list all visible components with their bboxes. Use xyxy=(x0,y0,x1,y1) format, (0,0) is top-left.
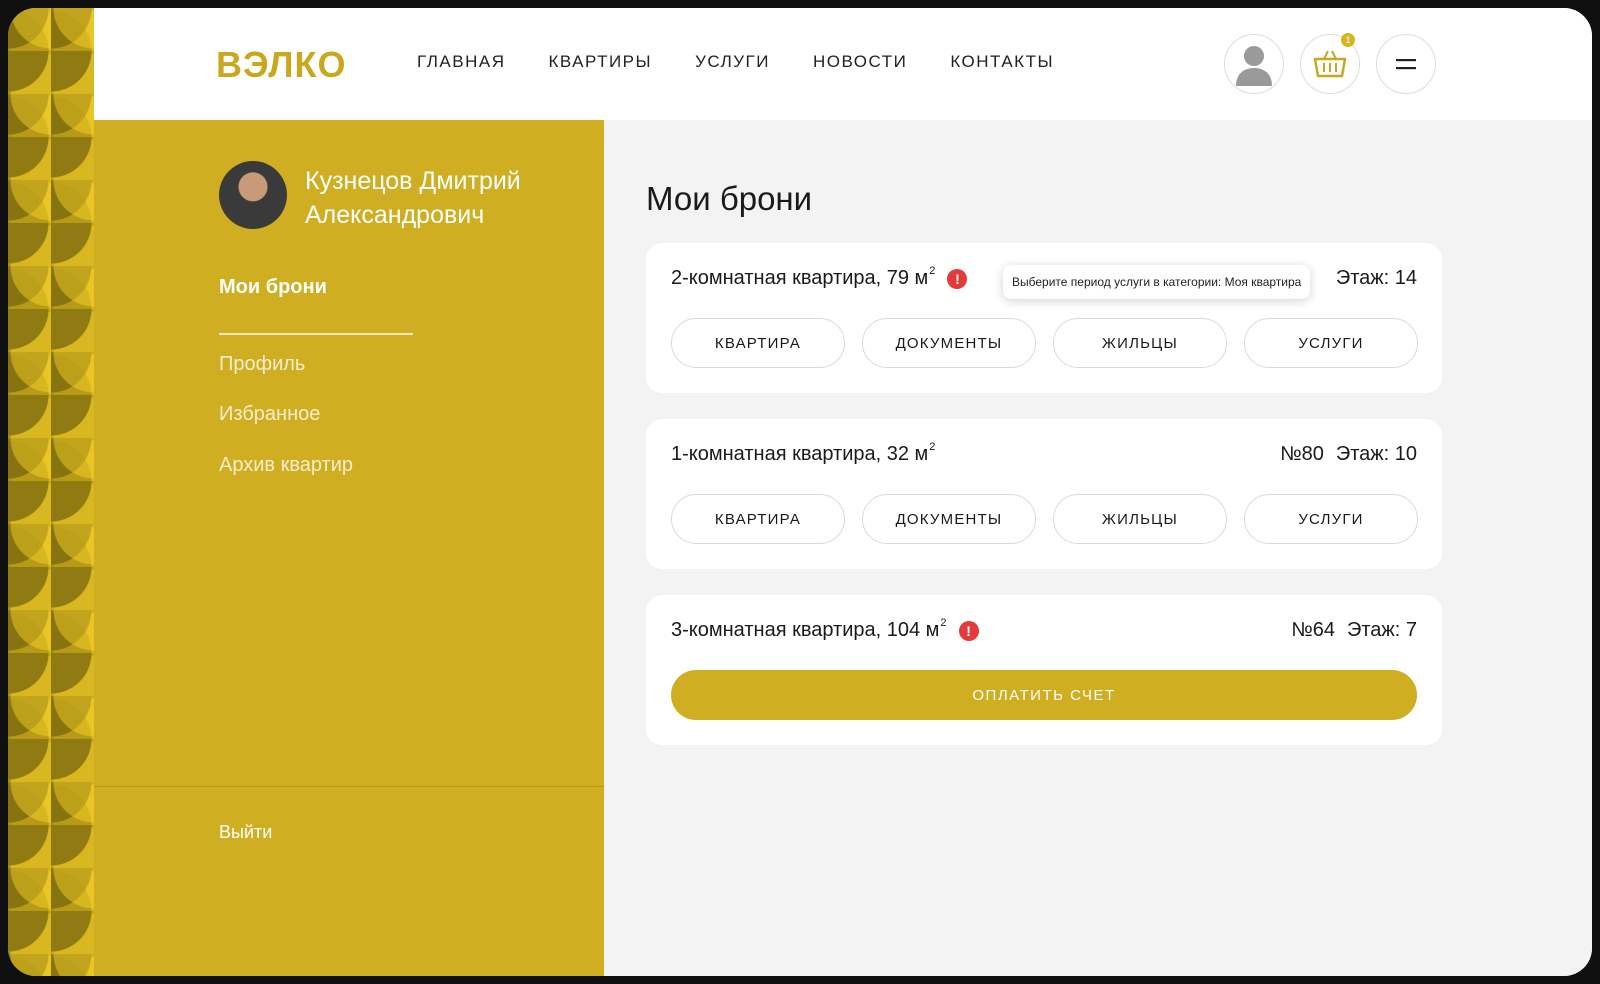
hamburger-icon xyxy=(1396,59,1416,70)
superscript: 2 xyxy=(929,265,936,277)
alert-icon[interactable]: ! xyxy=(958,621,979,641)
tooltip: Выберите период услуги в категории: Моя … xyxy=(1003,265,1311,299)
booking-title: 3-комнатная квартира, 104 м2 ! xyxy=(671,617,979,642)
booking-card: 2-комнатная квартира, 79 м2 ! Выберите п… xyxy=(646,243,1442,393)
nav-item-apartments[interactable]: КВАРТИРЫ xyxy=(548,52,652,72)
floor-label: Этаж: 14 xyxy=(1335,267,1417,289)
nav-item-services[interactable]: УСЛУГИ xyxy=(695,52,770,72)
user-icon xyxy=(1236,46,1272,86)
sidebar-divider xyxy=(94,786,604,787)
cart-count-badge: 1 xyxy=(1341,33,1355,47)
top-header: ВЭЛКО ГЛАВНАЯ КВАРТИРЫ УСЛУГИ НОВОСТИ КО… xyxy=(94,8,1592,121)
app-window: ВЭЛКО ГЛАВНАЯ КВАРТИРЫ УСЛУГИ НОВОСТИ КО… xyxy=(8,8,1592,976)
booking-card: 1-комнатная квартира, 32 м2 №80 Этаж: 10 … xyxy=(646,419,1442,569)
nav-item-home[interactable]: ГЛАВНАЯ xyxy=(417,52,505,72)
documents-button[interactable]: ДОКУМЕНТЫ xyxy=(862,494,1036,544)
menu-button[interactable] xyxy=(1376,34,1436,94)
sidebar-item-favorites[interactable]: Избранное xyxy=(219,403,320,426)
apartment-button[interactable]: КВАРТИРА xyxy=(671,494,845,544)
booking-meta: №80 Этаж: 10 xyxy=(1280,443,1417,466)
decorative-pattern xyxy=(8,8,94,976)
basket-icon xyxy=(1313,50,1347,78)
sidebar: Кузнецов Дмитрий Александрович Мои брони… xyxy=(94,120,604,976)
alert-icon[interactable]: ! xyxy=(947,269,968,289)
residents-button[interactable]: ЖИЛЬЦЫ xyxy=(1053,318,1227,368)
profile-button[interactable] xyxy=(1224,34,1284,94)
floor-label: Этаж: 7 xyxy=(1346,619,1417,641)
booking-card: 3-комнатная квартира, 104 м2 ! №64 Этаж: … xyxy=(646,595,1442,745)
nav-item-contacts[interactable]: КОНТАКТЫ xyxy=(950,52,1054,72)
booking-tabs: КВАРТИРА ДОКУМЕНТЫ ЖИЛЬЦЫ УСЛУГИ xyxy=(671,494,1418,544)
active-item-underline xyxy=(219,333,413,335)
booking-title: 1-комнатная квартира, 32 м2 xyxy=(671,441,936,466)
documents-button[interactable]: ДОКУМЕНТЫ xyxy=(862,318,1036,368)
nav-item-news[interactable]: НОВОСТИ xyxy=(813,52,907,72)
cart-button[interactable]: 1 xyxy=(1300,33,1360,94)
avatar[interactable] xyxy=(219,161,287,229)
logo[interactable]: ВЭЛКО xyxy=(216,44,346,86)
booking-title-text: 1-комнатная квартира, 32 м xyxy=(671,443,929,465)
apartment-number: №80 xyxy=(1280,443,1324,465)
pay-invoice-button[interactable]: ОПЛАТИТЬ СЧЕТ xyxy=(671,670,1417,720)
booking-title-text: 2-комнатная квартира, 79 м xyxy=(671,267,929,289)
sidebar-item-archive[interactable]: Архив квартир xyxy=(219,454,353,477)
page-title: Мои брони xyxy=(646,180,813,217)
booking-title: 2-комнатная квартира, 79 м2 ! xyxy=(671,265,968,290)
floor-label: Этаж: 10 xyxy=(1335,443,1417,465)
sidebar-item-profile[interactable]: Профиль xyxy=(219,353,305,376)
superscript: 2 xyxy=(929,441,936,453)
user-name: Кузнецов Дмитрий Александрович xyxy=(305,167,521,229)
logout-link[interactable]: Выйти xyxy=(219,822,272,843)
residents-button[interactable]: ЖИЛЬЦЫ xyxy=(1053,494,1227,544)
apartment-number: №64 xyxy=(1291,619,1335,641)
apartment-button[interactable]: КВАРТИРА xyxy=(671,318,845,368)
main-nav: ГЛАВНАЯ КВАРТИРЫ УСЛУГИ НОВОСТИ КОНТАКТЫ xyxy=(417,52,1097,72)
booking-meta: Этаж: 14 xyxy=(1336,267,1417,290)
sidebar-item-my-bookings[interactable]: Мои брони xyxy=(219,276,327,299)
booking-meta: №64 Этаж: 7 xyxy=(1291,619,1417,642)
services-button[interactable]: УСЛУГИ xyxy=(1244,318,1418,368)
booking-title-text: 3-комнатная квартира, 104 м xyxy=(671,619,940,641)
services-button[interactable]: УСЛУГИ xyxy=(1244,494,1418,544)
main-content: Мои брони 2-комнатная квартира, 79 м2 ! … xyxy=(604,120,1592,976)
superscript: 2 xyxy=(940,617,947,629)
booking-tabs: КВАРТИРА ДОКУМЕНТЫ ЖИЛЬЦЫ УСЛУГИ xyxy=(671,318,1418,368)
